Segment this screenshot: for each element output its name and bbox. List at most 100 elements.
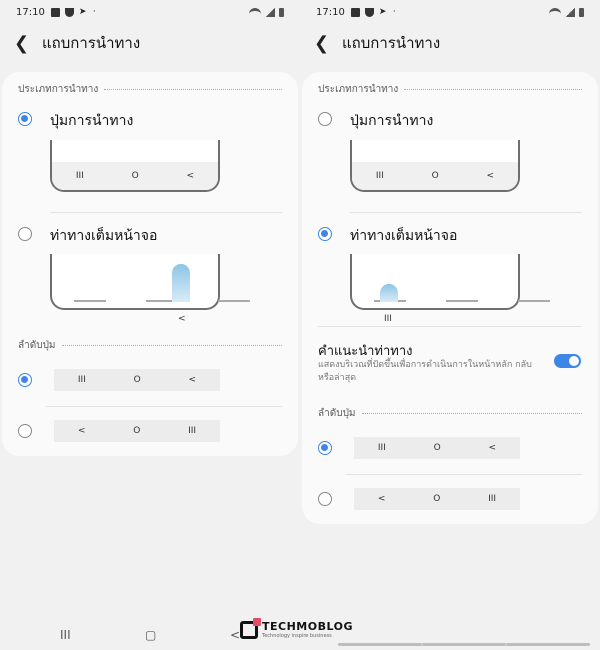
nav-buttons-label: ปุ่มการนำทาง (50, 113, 134, 129)
divider (46, 406, 282, 407)
radio-order-2[interactable] (18, 424, 32, 438)
home-icon: O (131, 171, 139, 181)
gestures-label: ท่าทางเต็มหน้าจอ (350, 228, 458, 244)
order-option-1[interactable]: III O < (54, 369, 220, 391)
nav-type-header-label: ประเภทการนำทาง (18, 84, 99, 95)
gestures-label: ท่าทางเต็มหน้าจอ (50, 228, 158, 244)
swipe-pill-icon (380, 284, 398, 302)
order-header-label: ลำดับปุ่ม (318, 408, 356, 419)
back-arrow-icon[interactable]: ❮ (314, 33, 334, 54)
gesture-hint-title: คำแนะนำท่าทาง (318, 344, 413, 359)
order-header-label: ลำดับปุ่ม (18, 340, 56, 351)
order-option-2[interactable]: < O III (54, 420, 220, 442)
gesture-hint-subtitle: แสดงบริเวณที่ปัดขึ้นเพื่อการดำเนินการในห… (318, 360, 532, 383)
back-arrow-icon[interactable]: ❮ (14, 33, 34, 54)
back-icon: < (186, 171, 195, 181)
left-screen: 17:10 ➤ · ❮ แถบการนำทาง ประเภทการนำทาง ป… (0, 0, 300, 650)
settings-card: ประเภทการนำทาง ปุ่มการนำทาง III O < ท่าท… (302, 72, 598, 524)
system-recent-icon[interactable]: III (60, 628, 71, 642)
gesture-handle[interactable] (422, 643, 506, 646)
wifi-icon (249, 8, 261, 16)
recent-icon: III (384, 314, 392, 324)
recent-icon: III (75, 171, 84, 181)
recent-icon: III (188, 426, 197, 436)
page-title: แถบการนำทาง (42, 34, 141, 52)
preview-navbar: III O < (352, 162, 518, 190)
swipe-pill-icon (172, 264, 190, 302)
preview-navbar: III O < (52, 162, 218, 190)
radio-order-1[interactable] (18, 373, 32, 387)
gestures-preview[interactable] (350, 254, 550, 310)
home-icon: O (133, 375, 141, 385)
brand-name: TECHMOBLOG (262, 620, 353, 633)
radio-order-1[interactable] (318, 441, 332, 455)
home-icon: O (433, 494, 441, 504)
radio-full-screen-gestures[interactable] (18, 227, 32, 241)
order-option-2[interactable]: < O III (354, 488, 520, 510)
brand-tagline: Technology inspire business (262, 633, 332, 639)
back-icon: < (77, 426, 86, 436)
divider (346, 474, 582, 475)
back-icon: < (178, 314, 186, 324)
gesture-hint-toggle[interactable] (554, 354, 581, 368)
order-header: ลำดับปุ่ม (18, 338, 282, 353)
techmoblog-logo-icon (240, 617, 261, 639)
home-icon: O (431, 171, 439, 181)
back-icon: < (486, 171, 495, 181)
gallery-icon (350, 7, 360, 17)
back-icon: < (188, 375, 197, 385)
system-home-icon[interactable]: ▢ (145, 628, 156, 642)
settings-card: ประเภทการนำทาง ปุ่มการนำทาง III O < ท่าท… (2, 72, 298, 456)
send-icon: ➤ (78, 6, 87, 17)
dot-icon: · (92, 6, 96, 17)
nav-type-header-label: ประเภทการนำทาง (318, 84, 399, 95)
gallery-icon (50, 7, 60, 17)
nav-buttons-preview[interactable]: III O < (350, 140, 520, 192)
nav-type-header: ประเภทการนำทาง (318, 82, 582, 97)
gesture-handle[interactable] (338, 643, 422, 646)
recent-icon: III (375, 171, 384, 181)
recent-icon: III (377, 443, 386, 453)
nav-buttons-label: ปุ่มการนำทาง (350, 113, 434, 129)
battery-icon (279, 7, 284, 17)
right-screen: 17:10 ➤ · ❮ แถบการนำทาง ประเภทการนำทาง ป… (300, 0, 600, 650)
app-bar: ❮ แถบการนำทาง (14, 28, 140, 58)
app-bar: ❮ แถบการนำทาง (314, 28, 440, 58)
shield-icon (364, 7, 374, 17)
radio-nav-buttons[interactable] (318, 112, 332, 126)
radio-order-2[interactable] (318, 492, 332, 506)
system-back-icon[interactable]: < (230, 628, 240, 642)
radio-nav-buttons[interactable] (18, 112, 32, 126)
radio-full-screen-gestures[interactable] (318, 227, 332, 241)
recent-icon: III (488, 494, 497, 504)
divider (350, 212, 582, 213)
status-time: 17:10 (316, 6, 345, 18)
divider (318, 326, 582, 327)
order-option-1[interactable]: III O < (354, 437, 520, 459)
divider (50, 212, 282, 213)
brand-logo: TECHMOBLOG Technology inspire business (240, 617, 353, 639)
home-icon: O (433, 443, 441, 453)
back-icon: < (377, 494, 386, 504)
recent-icon: III (77, 375, 86, 385)
home-icon: O (133, 426, 141, 436)
dot-icon: · (392, 6, 396, 17)
signal-icon (265, 7, 275, 17)
gesture-bars (374, 300, 550, 302)
status-bar: 17:10 ➤ · (16, 4, 284, 20)
gesture-bars (74, 300, 250, 302)
order-header: ลำดับปุ่ม (318, 406, 582, 421)
battery-icon (579, 7, 584, 17)
status-bar: 17:10 ➤ · (316, 4, 584, 20)
status-time: 17:10 (16, 6, 45, 18)
nav-buttons-preview[interactable]: III O < (50, 140, 220, 192)
gestures-preview[interactable] (50, 254, 250, 310)
wifi-icon (549, 8, 561, 16)
nav-type-header: ประเภทการนำทาง (18, 82, 282, 97)
page-title: แถบการนำทาง (342, 34, 441, 52)
send-icon: ➤ (378, 6, 387, 17)
signal-icon (565, 7, 575, 17)
back-icon: < (488, 443, 497, 453)
gesture-handle[interactable] (506, 643, 590, 646)
shield-icon (64, 7, 74, 17)
